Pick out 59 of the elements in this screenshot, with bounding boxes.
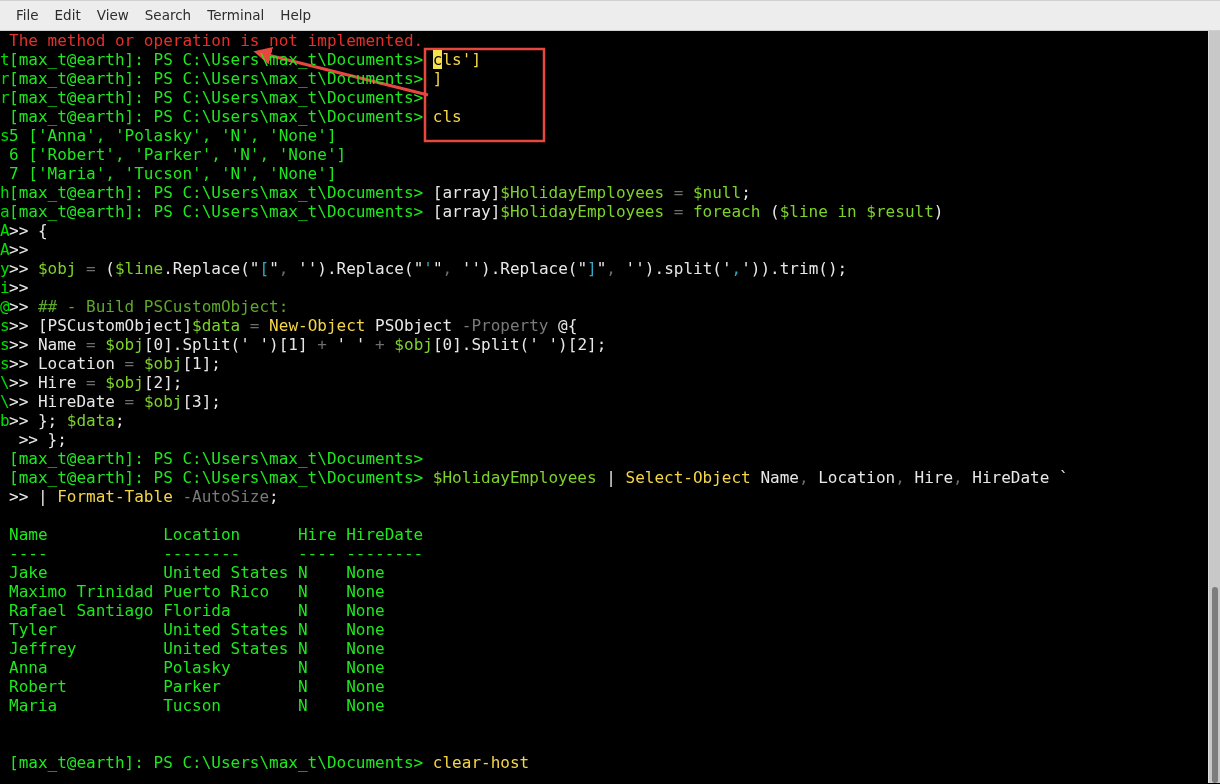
terminal-line: The method or operation is not implemented. (9, 31, 424, 50)
text-fragment: r (0, 88, 10, 107)
text-fragment: h (0, 183, 10, 202)
text-fragment: s (0, 354, 10, 373)
terminal-line: [max_t@earth]: PS C:\Users\max_t\Documents> clear-host (9, 753, 530, 772)
menu-item[interactable]: Help (272, 0, 320, 31)
terminal-line: >> }; $data; (9, 411, 125, 430)
scrollbar-track[interactable] (1208, 31, 1220, 783)
terminal-line: [max_t@earth]: PS C:\Users\max_t\Documents> [array]$HolidayEmployees = foreach ($line in $result) (9, 202, 944, 221)
terminal-line: >> Location = $obj[1]; (9, 354, 221, 373)
text-fragment: a (0, 202, 10, 221)
menu-item[interactable]: Search (136, 0, 200, 31)
terminal-line: 5 ['Anna', 'Polasky', 'N', 'None'] (9, 126, 337, 145)
terminal-line: >> Name = $obj[0].Split(' ')[1] + ' ' + $obj[0].Split(' ')[2]; (9, 335, 607, 354)
terminal-line: 7 ['Maria', 'Tucson', 'N', 'None'] (9, 164, 337, 183)
terminal-line: [max_t@earth]: PS C:\Users\max_t\Documents> $HolidayEmployees | Select-Object Name, Location, Hire, HireDate ` (9, 468, 1069, 487)
text-fragment: \ (0, 373, 10, 392)
terminal-line: 6 ['Robert', 'Parker', 'N', 'None'] (9, 145, 347, 164)
terminal-line: [max_t@earth]: PS C:\Users\max_t\Documents> (9, 88, 424, 107)
terminal-line: Anna Polasky N None (9, 658, 385, 677)
text-fragment: A (0, 240, 10, 259)
terminal-line: Maximo Trinidad Puerto Rico N None (9, 582, 385, 601)
terminal-line: [max_t@earth]: PS C:\Users\max_t\Documents> cls (9, 107, 462, 126)
terminal-line: >> | Format-Table -AutoSize; (9, 487, 279, 506)
text-fragment: \ (0, 392, 10, 411)
scrollbar-thumb[interactable] (1212, 587, 1218, 783)
menu-item[interactable]: View (88, 0, 137, 31)
menu-item[interactable]: Terminal (199, 0, 273, 31)
terminal-line: Maria Tucson N None (9, 696, 385, 715)
terminal-line: >> Hire = $obj[2]; (9, 373, 183, 392)
terminal-line: Name Location Hire HireDate (9, 525, 424, 544)
terminal-line: Tyler United States N None (9, 620, 385, 639)
terminal-line: >> $obj = ($line.Replace("[", '').Replace("'", '').Replace("]", '').split(',')).trim(); (9, 259, 848, 278)
terminal-line: Jake United States N None (9, 563, 385, 582)
terminal-line: >> { (9, 221, 48, 240)
terminal-line: Jeffrey United States N None (9, 639, 385, 658)
text-fragment: t (0, 50, 10, 69)
terminal-line: ---- -------- ---- -------- (9, 544, 424, 563)
terminal-line: >> (9, 240, 29, 259)
text-fragment: A (0, 221, 10, 240)
terminal-line: >> [PSCustomObject]$data = New-Object PSObject -Property @{ (9, 316, 578, 335)
terminal-line: >> ## - Build PSCustomObject: (9, 297, 289, 316)
terminal-line: Robert Parker N None (9, 677, 385, 696)
terminal-line: [max_t@earth]: PS C:\Users\max_t\Documents> (9, 449, 424, 468)
text-fragment: s (0, 316, 10, 335)
terminal-line: >> }; (17, 430, 67, 449)
text-fragment: b (0, 411, 10, 430)
terminal-line: >> (9, 278, 29, 297)
text-fragment: s (0, 335, 10, 354)
text-fragment: r (0, 69, 10, 88)
terminal-line: >> HireDate = $obj[3]; (9, 392, 221, 411)
text-fragment: s (0, 126, 10, 145)
text-fragment: y (0, 259, 10, 278)
text-fragment: i (0, 278, 10, 297)
text-fragment: @ (0, 297, 10, 316)
terminal-line: Rafael Santiago Florida N None (9, 601, 385, 620)
menu-item[interactable]: Edit (46, 0, 89, 31)
terminal-line: [max_t@earth]: PS C:\Users\max_t\Documents> [array]$HolidayEmployees = $null; (9, 183, 751, 202)
menu-item[interactable]: File (8, 0, 47, 31)
